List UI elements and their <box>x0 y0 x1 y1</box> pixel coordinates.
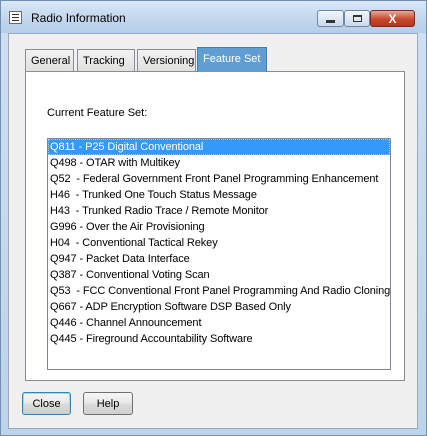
list-item[interactable]: H43 - Trunked Radio Trace / Remote Monit… <box>48 203 390 219</box>
list-item[interactable]: Q446 - Channel Announcement <box>48 315 390 331</box>
list-item[interactable]: Q667 - ADP Encryption Software DSP Based… <box>48 299 390 315</box>
dialog-client-area: General Tracking Versioning Feature Set … <box>8 33 418 429</box>
list-item[interactable]: Q53 - FCC Conventional Front Panel Progr… <box>48 283 390 299</box>
feature-set-listbox[interactable]: Q811 - P25 Digital Conventional Q498 - OT… <box>47 138 391 370</box>
title-bar[interactable]: Radio Information X <box>1 1 426 33</box>
feature-set-tab-page: Current Feature Set: Q811 - P25 Digital … <box>25 71 405 381</box>
list-item[interactable]: Q445 - Fireground Accountability Softwar… <box>48 331 390 347</box>
window-close-button[interactable]: X <box>370 10 415 27</box>
list-item[interactable]: Q498 - OTAR with Multikey <box>48 155 390 171</box>
close-icon: X <box>388 11 397 26</box>
maximize-icon <box>352 15 362 22</box>
minimize-icon <box>326 20 335 23</box>
list-item[interactable]: Q52 - Federal Government Front Panel Pro… <box>48 171 390 187</box>
tab-general[interactable]: General <box>25 49 74 71</box>
app-icon <box>9 11 22 24</box>
list-item[interactable]: Q811 - P25 Digital Conventional <box>48 139 390 155</box>
maximize-button[interactable] <box>344 10 370 27</box>
tab-versioning[interactable]: Versioning <box>137 49 196 71</box>
help-button[interactable]: Help <box>83 392 133 415</box>
radio-information-window: Radio Information X General Tracking Ver… <box>0 0 427 436</box>
tab-tracking[interactable]: Tracking <box>77 49 135 71</box>
list-item[interactable]: G996 - Over the Air Provisioning <box>48 219 390 235</box>
list-item[interactable]: H04 - Conventional Tactical Rekey <box>48 235 390 251</box>
list-item[interactable]: Q947 - Packet Data Interface <box>48 251 390 267</box>
close-button[interactable]: Close <box>22 392 71 415</box>
current-feature-set-label: Current Feature Set: <box>47 107 148 119</box>
list-item[interactable]: H46 - Trunked One Touch Status Message <box>48 187 390 203</box>
minimize-button[interactable] <box>317 10 344 27</box>
list-item[interactable]: Q387 - Conventional Voting Scan <box>48 267 390 283</box>
tab-feature-set[interactable]: Feature Set <box>197 47 267 72</box>
window-title: Radio Information <box>31 11 126 25</box>
